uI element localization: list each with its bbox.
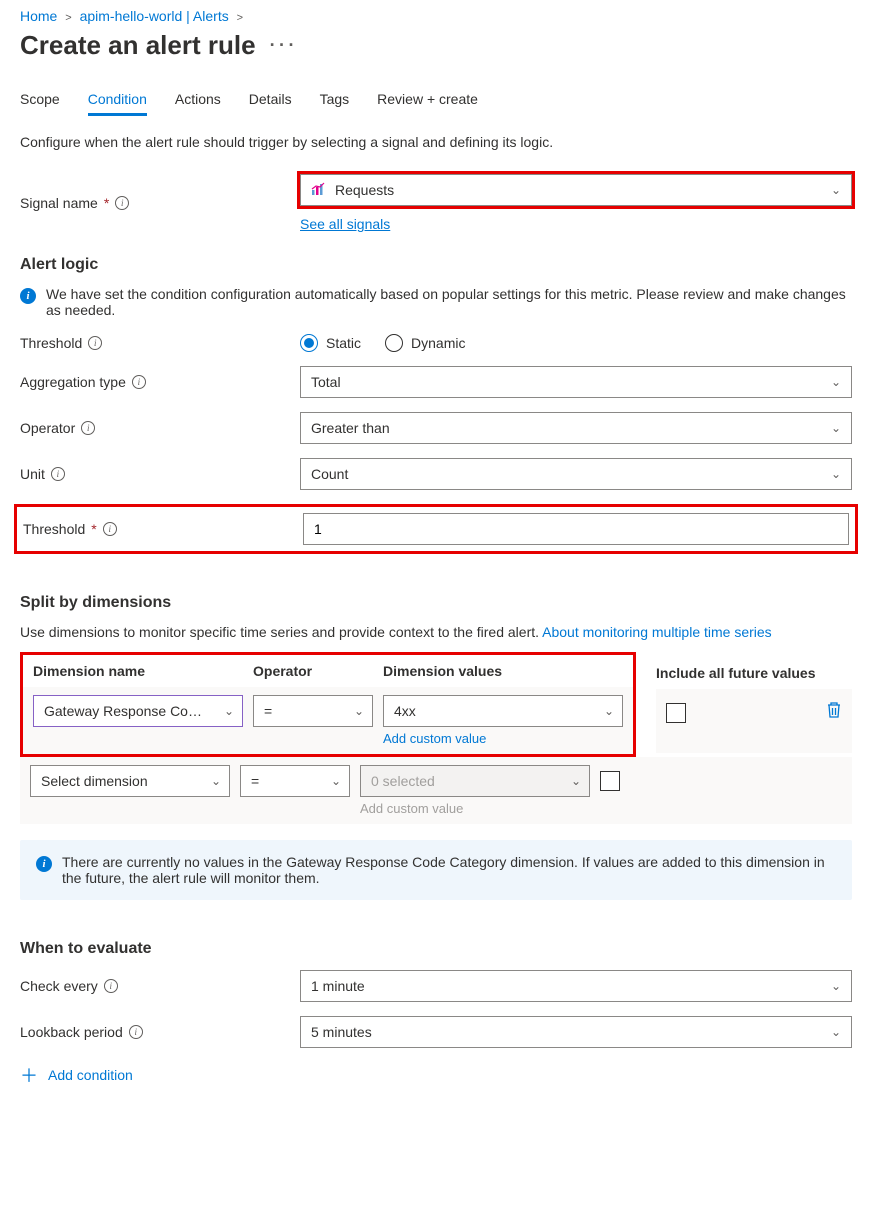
unit-label: Unit	[20, 466, 45, 482]
tab-bar: Scope Condition Actions Details Tags Rev…	[20, 91, 852, 116]
add-custom-value-disabled: Add custom value	[360, 801, 590, 816]
tab-scope[interactable]: Scope	[20, 91, 60, 116]
tab-details[interactable]: Details	[249, 91, 292, 116]
when-to-evaluate-heading: When to evaluate	[20, 940, 852, 958]
chevron-down-icon: ⌄	[831, 421, 841, 435]
delete-icon[interactable]	[826, 701, 842, 724]
chevron-down-icon: ⌄	[571, 774, 581, 788]
dimension-operator-select[interactable]: = ⌄	[253, 695, 373, 727]
threshold-dynamic-radio[interactable]: Dynamic	[385, 334, 465, 352]
add-custom-value-link[interactable]: Add custom value	[383, 731, 623, 746]
info-icon[interactable]: i	[51, 467, 65, 481]
more-icon[interactable]: · · ·	[270, 35, 296, 56]
dimension-name-select-2[interactable]: Select dimension ⌄	[30, 765, 230, 797]
dim-col-operator: Operator	[253, 663, 373, 679]
info-icon[interactable]: i	[129, 1025, 143, 1039]
aggregation-type-label: Aggregation type	[20, 374, 126, 390]
operator-label: Operator	[20, 420, 75, 436]
info-icon[interactable]: i	[104, 979, 118, 993]
threshold-value-label: Threshold	[23, 521, 85, 537]
dim-col-future: Include all future values	[656, 657, 852, 689]
chevron-down-icon: ⌄	[354, 704, 364, 718]
dim-col-values: Dimension values	[383, 663, 623, 679]
chevron-down-icon: ⌄	[331, 774, 341, 788]
chevron-down-icon: ⌄	[831, 467, 841, 481]
chevron-right-icon: >	[237, 12, 243, 24]
check-every-select[interactable]: 1 minute ⌄	[300, 970, 852, 1002]
chevron-down-icon: ⌄	[831, 979, 841, 993]
info-icon[interactable]: i	[103, 522, 117, 536]
chevron-down-icon: ⌄	[211, 774, 221, 788]
dimension-operator-select-2[interactable]: = ⌄	[240, 765, 350, 797]
operator-select[interactable]: Greater than ⌄	[300, 412, 852, 444]
dimension-info-message: There are currently no values in the Gat…	[62, 854, 836, 886]
info-icon[interactable]: i	[88, 336, 102, 350]
chevron-down-icon: ⌄	[831, 375, 841, 389]
aggregation-type-select[interactable]: Total ⌄	[300, 366, 852, 398]
info-icon[interactable]: i	[132, 375, 146, 389]
page-title: Create an alert rule · · ·	[20, 30, 852, 61]
tab-tags[interactable]: Tags	[320, 91, 350, 116]
unit-select[interactable]: Count ⌄	[300, 458, 852, 490]
chevron-down-icon: ⌄	[604, 704, 614, 718]
threshold-static-radio[interactable]: Static	[300, 334, 361, 352]
dimension-values-select-2[interactable]: 0 selected ⌄	[360, 765, 590, 797]
include-future-checkbox[interactable]	[666, 703, 686, 723]
dimension-name-select[interactable]: Gateway Response Co… ⌄	[33, 695, 243, 727]
include-future-checkbox-2[interactable]	[600, 771, 620, 791]
signal-name-select[interactable]: Requests ⌄	[300, 174, 852, 206]
breadcrumb-home[interactable]: Home	[20, 8, 57, 24]
intro-text: Configure when the alert rule should tri…	[20, 134, 852, 150]
chevron-down-icon: ⌄	[831, 183, 841, 197]
monitoring-link[interactable]: About monitoring multiple time series	[542, 624, 772, 640]
dimension-values-select[interactable]: 4xx ⌄	[383, 695, 623, 727]
dim-col-name: Dimension name	[33, 663, 243, 679]
tab-actions[interactable]: Actions	[175, 91, 221, 116]
info-icon[interactable]: i	[115, 196, 129, 210]
alert-logic-heading: Alert logic	[20, 256, 852, 274]
chevron-down-icon: ⌄	[224, 704, 234, 718]
see-all-signals-link[interactable]: See all signals	[300, 216, 390, 232]
lookback-period-label: Lookback period	[20, 1024, 123, 1040]
signal-name-label: Signal name	[20, 195, 98, 211]
breadcrumb-resource[interactable]: apim-hello-world | Alerts	[80, 8, 229, 24]
breadcrumb: Home > apim-hello-world | Alerts >	[20, 8, 852, 24]
lookback-period-select[interactable]: 5 minutes ⌄	[300, 1016, 852, 1048]
info-icon: i	[20, 288, 36, 304]
threshold-value-input[interactable]	[303, 513, 849, 545]
info-icon[interactable]: i	[81, 421, 95, 435]
dimensions-desc: Use dimensions to monitor specific time …	[20, 624, 852, 640]
alert-logic-info: We have set the condition configuration …	[46, 286, 852, 318]
chevron-right-icon: >	[65, 12, 71, 24]
signal-name-value: Requests	[335, 182, 394, 198]
threshold-type-label: Threshold	[20, 335, 82, 351]
chart-icon	[311, 181, 327, 200]
chevron-down-icon: ⌄	[831, 1025, 841, 1039]
add-condition-button[interactable]: ＋ Add condition	[20, 1062, 852, 1088]
info-icon: i	[36, 856, 52, 872]
tab-review[interactable]: Review + create	[377, 91, 478, 116]
check-every-label: Check every	[20, 978, 98, 994]
plus-icon: ＋	[20, 1062, 38, 1088]
tab-condition[interactable]: Condition	[88, 91, 147, 116]
split-by-dimensions-heading: Split by dimensions	[20, 594, 852, 612]
